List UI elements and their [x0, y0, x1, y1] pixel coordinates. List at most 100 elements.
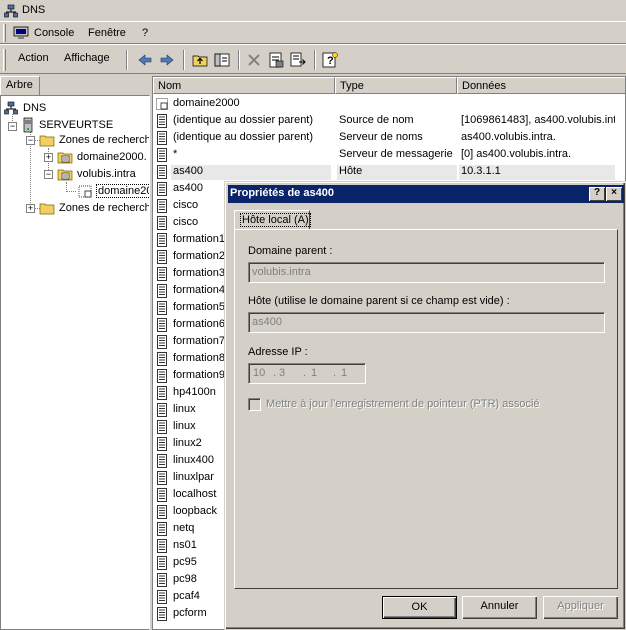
record-data	[459, 97, 615, 112]
properties-icon[interactable]	[267, 51, 285, 69]
record-data: 10.3.1.1	[459, 165, 615, 180]
record-icon	[157, 335, 167, 349]
dns-icon	[4, 4, 18, 18]
ip-address-label: Adresse IP :	[248, 346, 308, 358]
collapse-icon[interactable]: −	[44, 170, 53, 179]
tree-tab[interactable]: Arbre	[0, 76, 40, 95]
ip-address-field[interactable]: 10 . 3 . 1 . 1	[248, 363, 366, 384]
record-icon	[157, 488, 167, 502]
window-title-bar: DNS	[0, 0, 626, 22]
tree-item-server[interactable]: SERVEURTSE	[21, 117, 114, 133]
record-icon	[157, 233, 167, 247]
record-data: [0] as400.volubis.intra.	[461, 148, 572, 160]
record-icon	[157, 522, 167, 536]
collapse-icon[interactable]: −	[26, 136, 35, 145]
record-icon	[157, 199, 167, 213]
help-icon[interactable]: ?	[321, 51, 339, 69]
record-name: (identique au dossier parent)	[173, 114, 314, 126]
dialog-title: Propriétés de as400	[230, 187, 334, 199]
tree-item-label: volubis.intra	[77, 168, 136, 180]
server-icon	[23, 117, 33, 133]
tree-connector	[66, 191, 76, 192]
record-icon	[157, 386, 167, 400]
record-type: Source de nom	[339, 114, 414, 126]
dns-icon	[4, 101, 18, 115]
tab-panel: Domaine parent : volubis.intra Hôte (uti…	[234, 229, 618, 589]
zone-icon	[57, 169, 73, 181]
tree-item-label: domaine2000	[96, 184, 149, 198]
record-name: *	[173, 148, 178, 160]
tree-item-dns[interactable]: DNS	[3, 100, 47, 116]
table-row[interactable]: (identique au dossier parent) Source de n…	[153, 113, 625, 130]
forward-arrow-icon[interactable]	[158, 51, 176, 69]
ok-button[interactable]: OK	[382, 596, 457, 619]
view-menu[interactable]: Affichage	[64, 52, 110, 64]
table-row[interactable]: domaine2000	[153, 96, 625, 113]
record-icon	[157, 369, 167, 383]
ptr-checkbox[interactable]	[248, 398, 261, 411]
tree-item-forward-zones[interactable]: Zones de recherche	[39, 132, 149, 148]
toolbar-separator	[238, 50, 240, 70]
apply-button[interactable]: Appliquer	[543, 596, 618, 619]
column-header-type[interactable]: Type	[335, 77, 457, 94]
cancel-button[interactable]: Annuler	[462, 596, 537, 619]
record-icon	[157, 607, 167, 621]
record-name: as400	[171, 165, 331, 180]
toolbar-separator	[183, 50, 185, 70]
record-data: as400.volubis.intra.	[461, 131, 556, 143]
record-icon	[157, 267, 167, 281]
record-icon	[157, 573, 167, 587]
tree-item-label: Zones de recherche	[59, 202, 150, 214]
tree-item-reverse-zones[interactable]: Zones de recherche	[39, 200, 150, 216]
menu-window[interactable]: Fenêtre	[88, 27, 126, 39]
dialog-close-button[interactable]: ×	[606, 187, 622, 201]
dialog-help-button[interactable]: ?	[589, 187, 605, 201]
tree-pane: DNS − SERVEURTSE − Zones de recherche + …	[0, 95, 150, 630]
folder-icon	[39, 203, 55, 215]
tree-item-zone-domaine2000[interactable]: domaine2000.	[57, 149, 148, 165]
ip-octet: 1	[311, 367, 318, 379]
record-icon	[157, 471, 167, 485]
record-icon	[157, 420, 167, 434]
delete-icon[interactable]	[245, 51, 263, 69]
record-icon	[157, 505, 167, 519]
expand-icon[interactable]: +	[44, 153, 53, 162]
tab-label: Hôte local (A)	[240, 213, 311, 227]
tab-host-a[interactable]: Hôte local (A)	[234, 210, 311, 230]
record-icon	[157, 318, 167, 332]
collapse-icon[interactable]: −	[8, 122, 17, 131]
tree-item-zone-volubis[interactable]: volubis.intra	[57, 166, 137, 182]
up-folder-icon[interactable]	[191, 51, 209, 69]
record-icon	[157, 454, 167, 468]
record-type	[337, 97, 457, 112]
record-icon	[157, 352, 167, 366]
ip-dot: .	[333, 367, 337, 379]
record-icon	[157, 250, 167, 264]
host-field[interactable]: as400	[248, 312, 605, 333]
console-icon[interactable]	[13, 26, 29, 40]
action-menu[interactable]: Action	[18, 52, 49, 64]
toolbar-separator	[314, 50, 316, 70]
expand-icon[interactable]: +	[26, 204, 35, 213]
record-icon	[157, 216, 167, 230]
window-title: DNS	[22, 4, 46, 16]
table-row[interactable]: * Serveur de messagerie [0] as400.volubis.…	[153, 147, 625, 164]
menu-grip	[3, 24, 6, 42]
show-hide-tree-icon[interactable]	[213, 51, 231, 69]
parent-domain-field[interactable]: volubis.intra	[248, 262, 605, 283]
column-header-data[interactable]: Données	[457, 77, 625, 94]
record-name: domaine2000	[173, 97, 240, 109]
folder-icon	[156, 98, 168, 110]
menu-help[interactable]: ?	[142, 27, 148, 39]
column-header-name[interactable]: Nom	[153, 77, 335, 94]
table-row[interactable]: as400 Hôte 10.3.1.1	[153, 164, 625, 181]
menu-console[interactable]: Console	[34, 27, 74, 39]
record-icon	[157, 284, 167, 298]
export-list-icon[interactable]	[289, 51, 307, 69]
record-data: [1069861483], as400.volubis.intra.	[461, 114, 615, 126]
record-icon	[157, 403, 167, 417]
back-arrow-icon[interactable]	[136, 51, 154, 69]
table-row[interactable]: (identique au dossier parent) Serveur de …	[153, 130, 625, 147]
folder-icon	[39, 135, 55, 147]
tree-item-subdomain[interactable]: domaine2000	[77, 183, 149, 199]
